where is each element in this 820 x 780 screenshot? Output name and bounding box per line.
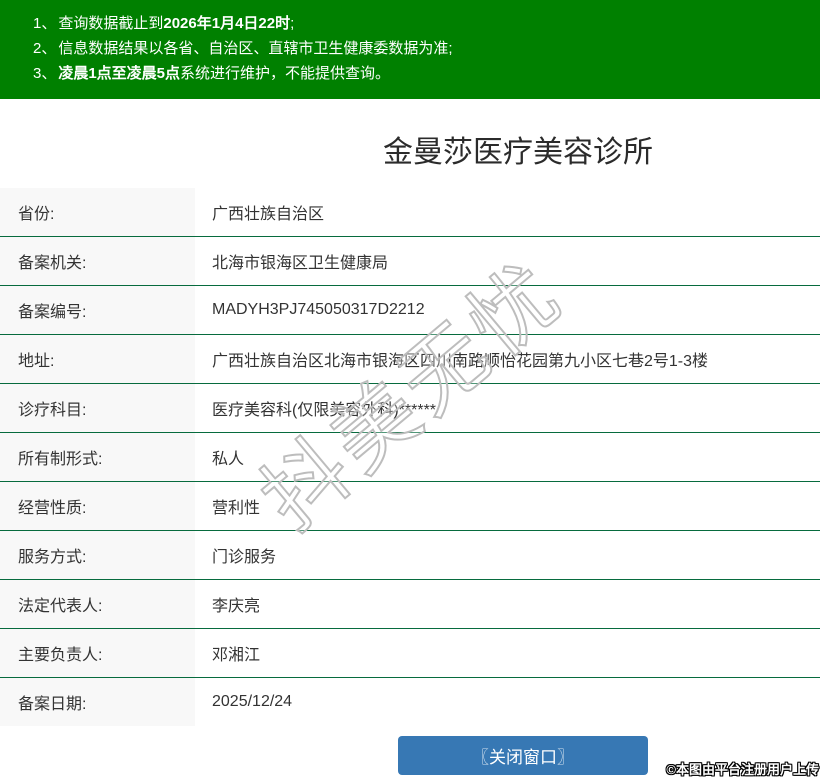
table-row-filing-authority: 备案机关: 北海市银海区卫生健康局 — [0, 237, 820, 286]
notice-number: 2、 — [33, 40, 56, 57]
table-row-service-mode: 服务方式: 门诊服务 — [0, 531, 820, 580]
row-value: 医疗美容科(仅限美容外科)****** — [195, 384, 820, 432]
table-row-legal-representative: 法定代表人: 李庆亮 — [0, 580, 820, 629]
table-row-principal: 主要负责人: 邓湘江 — [0, 629, 820, 678]
row-value: MADYH3PJ745050317D2212 — [195, 286, 820, 334]
notice-line-1: 1、查询数据截止到2026年1月4日22时; — [33, 11, 810, 36]
notice-bold-text: 2026年1月4日22时 — [163, 15, 290, 32]
record-table: 省份: 广西壮族自治区 备案机关: 北海市银海区卫生健康局 备案编号: MADY… — [0, 188, 820, 726]
notice-line-3: 3、凌晨1点至凌晨5点系统进行维护，不能提供查询。 — [33, 61, 810, 86]
row-label: 经营性质: — [0, 482, 195, 530]
attribution-text: ©本图由平台注册用户上传 — [666, 759, 819, 778]
table-row-departments: 诊疗科目: 医疗美容科(仅限美容外科)****** — [0, 384, 820, 433]
notice-text: 查询数据截止到 — [58, 15, 163, 32]
row-label: 服务方式: — [0, 531, 195, 579]
notice-text: 系统进行维护，不能提供查询。 — [180, 65, 390, 82]
notice-number: 3、 — [33, 65, 56, 82]
row-value: 李庆亮 — [195, 580, 820, 628]
close-window-button[interactable]: 〖关闭窗口〗 — [398, 736, 648, 775]
row-label: 省份: — [0, 188, 195, 236]
row-value: 门诊服务 — [195, 531, 820, 579]
table-row-province: 省份: 广西壮族自治区 — [0, 188, 820, 237]
clinic-title: 金曼莎医疗美容诊所 — [0, 132, 820, 174]
row-label: 所有制形式: — [0, 433, 195, 481]
table-row-filing-number: 备案编号: MADYH3PJ745050317D2212 — [0, 286, 820, 335]
notice-line-2: 2、信息数据结果以各省、自治区、直辖市卫生健康委数据为准; — [33, 36, 810, 61]
row-label: 地址: — [0, 335, 195, 383]
row-value: 北海市银海区卫生健康局 — [195, 237, 820, 285]
row-label: 诊疗科目: — [0, 384, 195, 432]
table-row-filing-date: 备案日期: 2025/12/24 — [0, 678, 820, 726]
table-row-ownership: 所有制形式: 私人 — [0, 433, 820, 482]
notice-text: ; — [290, 15, 294, 32]
notice-text: 信息数据结果以各省、自治区、直辖市卫生健康委数据为准; — [58, 40, 452, 57]
notice-bold-text: 凌晨1点至凌晨5点 — [58, 65, 180, 82]
notice-header: 1、查询数据截止到2026年1月4日22时; 2、信息数据结果以各省、自治区、直… — [0, 0, 820, 99]
row-value: 广西壮族自治区北海市银海区四川南路顺怡花园第九小区七巷2号1-3楼 — [195, 335, 820, 383]
table-row-business-nature: 经营性质: 营利性 — [0, 482, 820, 531]
row-label: 主要负责人: — [0, 629, 195, 677]
notice-number: 1、 — [33, 15, 56, 32]
row-value: 营利性 — [195, 482, 820, 530]
row-value: 私人 — [195, 433, 820, 481]
row-label: 备案日期: — [0, 678, 195, 726]
row-label: 备案机关: — [0, 237, 195, 285]
table-row-address: 地址: 广西壮族自治区北海市银海区四川南路顺怡花园第九小区七巷2号1-3楼 — [0, 335, 820, 384]
row-value: 2025/12/24 — [195, 678, 820, 726]
row-label: 备案编号: — [0, 286, 195, 334]
row-value: 邓湘江 — [195, 629, 820, 677]
row-label: 法定代表人: — [0, 580, 195, 628]
row-value: 广西壮族自治区 — [195, 188, 820, 236]
